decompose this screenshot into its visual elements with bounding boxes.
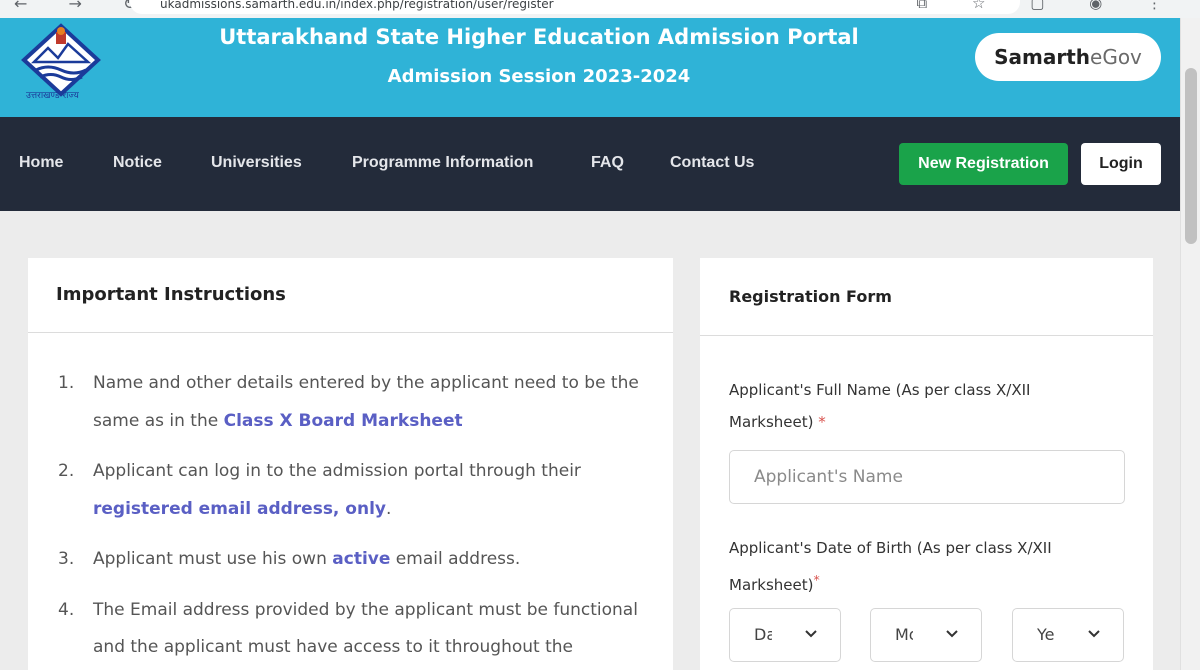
nav-programme-information[interactable]: Programme Information [352, 154, 533, 172]
registration-form-card: Registration Form Applicant's Full Name … [700, 258, 1153, 670]
dob-label-text: Applicant's Date of Birth (As per class … [729, 539, 1052, 594]
full-name-label-text: Applicant's Full Name (As per class X/XI… [729, 381, 1031, 431]
full-name-label: Applicant's Full Name (As per class X/XI… [729, 374, 1089, 438]
chevron-down-icon [805, 630, 817, 638]
instruction-number: 2. [58, 461, 75, 481]
chevron-down-icon [1088, 630, 1100, 638]
brand-secondary: eGov [1090, 45, 1142, 69]
address-bar[interactable]: ukadmissions.samarth.edu.in/index.php/re… [130, 0, 1020, 14]
instruction-text: Applicant must use his own [93, 549, 333, 569]
nav-faq[interactable]: FAQ [591, 154, 624, 172]
instruction-highlight: registered email address, only [93, 498, 387, 519]
samarth-egov-logo[interactable]: SamartheGov [975, 33, 1161, 81]
nav-universities[interactable]: Universities [211, 154, 302, 172]
chevron-down-icon [946, 630, 958, 638]
main-nav: Home Notice Universities Programme Infor… [0, 117, 1180, 211]
instructions-list: 1. Name and other details entered by the … [28, 333, 673, 667]
instructions-title: Important Instructions [28, 258, 673, 333]
nav-home[interactable]: Home [19, 154, 63, 172]
dob-year-value: Year [1037, 625, 1055, 644]
site-header: उत्तराखण्ड राज्य Uttarakhand State Highe… [0, 18, 1180, 117]
instruction-item: 2. Applicant can log in to the admission … [58, 453, 643, 528]
instruction-item: 4. The Email address provided by the appl… [58, 592, 643, 667]
instruction-text-end: . [386, 498, 392, 519]
instruction-text: The Email address provided by the applic… [93, 599, 638, 658]
dob-day-value: Day [754, 625, 772, 644]
required-asterisk: * [818, 413, 826, 431]
instruction-number: 3. [58, 549, 75, 569]
portal-title: Uttarakhand State Higher Education Admis… [219, 25, 859, 49]
dob-year-select[interactable]: Year [1012, 608, 1124, 662]
instruction-number: 4. [58, 599, 75, 620]
instruction-text: Applicant can log in to the admission po… [93, 461, 581, 481]
scrollbar-thumb[interactable] [1185, 68, 1197, 244]
logo-caption: उत्तराखण्ड राज्य [26, 91, 79, 101]
nav-contact-us[interactable]: Contact Us [670, 154, 754, 172]
brand-primary: Samarth [994, 45, 1091, 69]
dob-month-select[interactable]: Month [870, 608, 982, 662]
instruction-text-end: email address. [390, 549, 521, 569]
applicant-name-input[interactable] [729, 450, 1125, 504]
session-subtitle: Admission Session 2023-2024 [387, 66, 691, 87]
instruction-item: 3. Applicant must use his own active emai… [58, 541, 643, 579]
instruction-number: 1. [58, 373, 75, 393]
registration-form-title: Registration Form [700, 258, 1153, 336]
instruction-highlight: active [332, 549, 391, 569]
browser-tool-icons[interactable]: ⧉ ☆ ▢ ◉ ⋮ [917, 0, 1183, 12]
nav-notice[interactable]: Notice [113, 154, 162, 172]
dob-month-value: Month [895, 625, 913, 644]
instruction-highlight: Class X Board Marksheet [223, 410, 463, 431]
dob-day-select[interactable]: Day [729, 608, 841, 662]
instructions-card: Important Instructions 1. Name and other … [28, 258, 673, 670]
dob-label: Applicant's Date of Birth (As per class … [729, 532, 1089, 601]
instruction-item: 1. Name and other details entered by the … [58, 365, 643, 440]
new-registration-button[interactable]: New Registration [899, 143, 1068, 185]
page-scrollbar[interactable] [1180, 18, 1200, 670]
login-button[interactable]: Login [1081, 143, 1161, 185]
browser-toolbar: ← → ↻ ukadmissions.samarth.edu.in/index.… [0, 0, 1200, 18]
required-asterisk: * [813, 572, 820, 587]
